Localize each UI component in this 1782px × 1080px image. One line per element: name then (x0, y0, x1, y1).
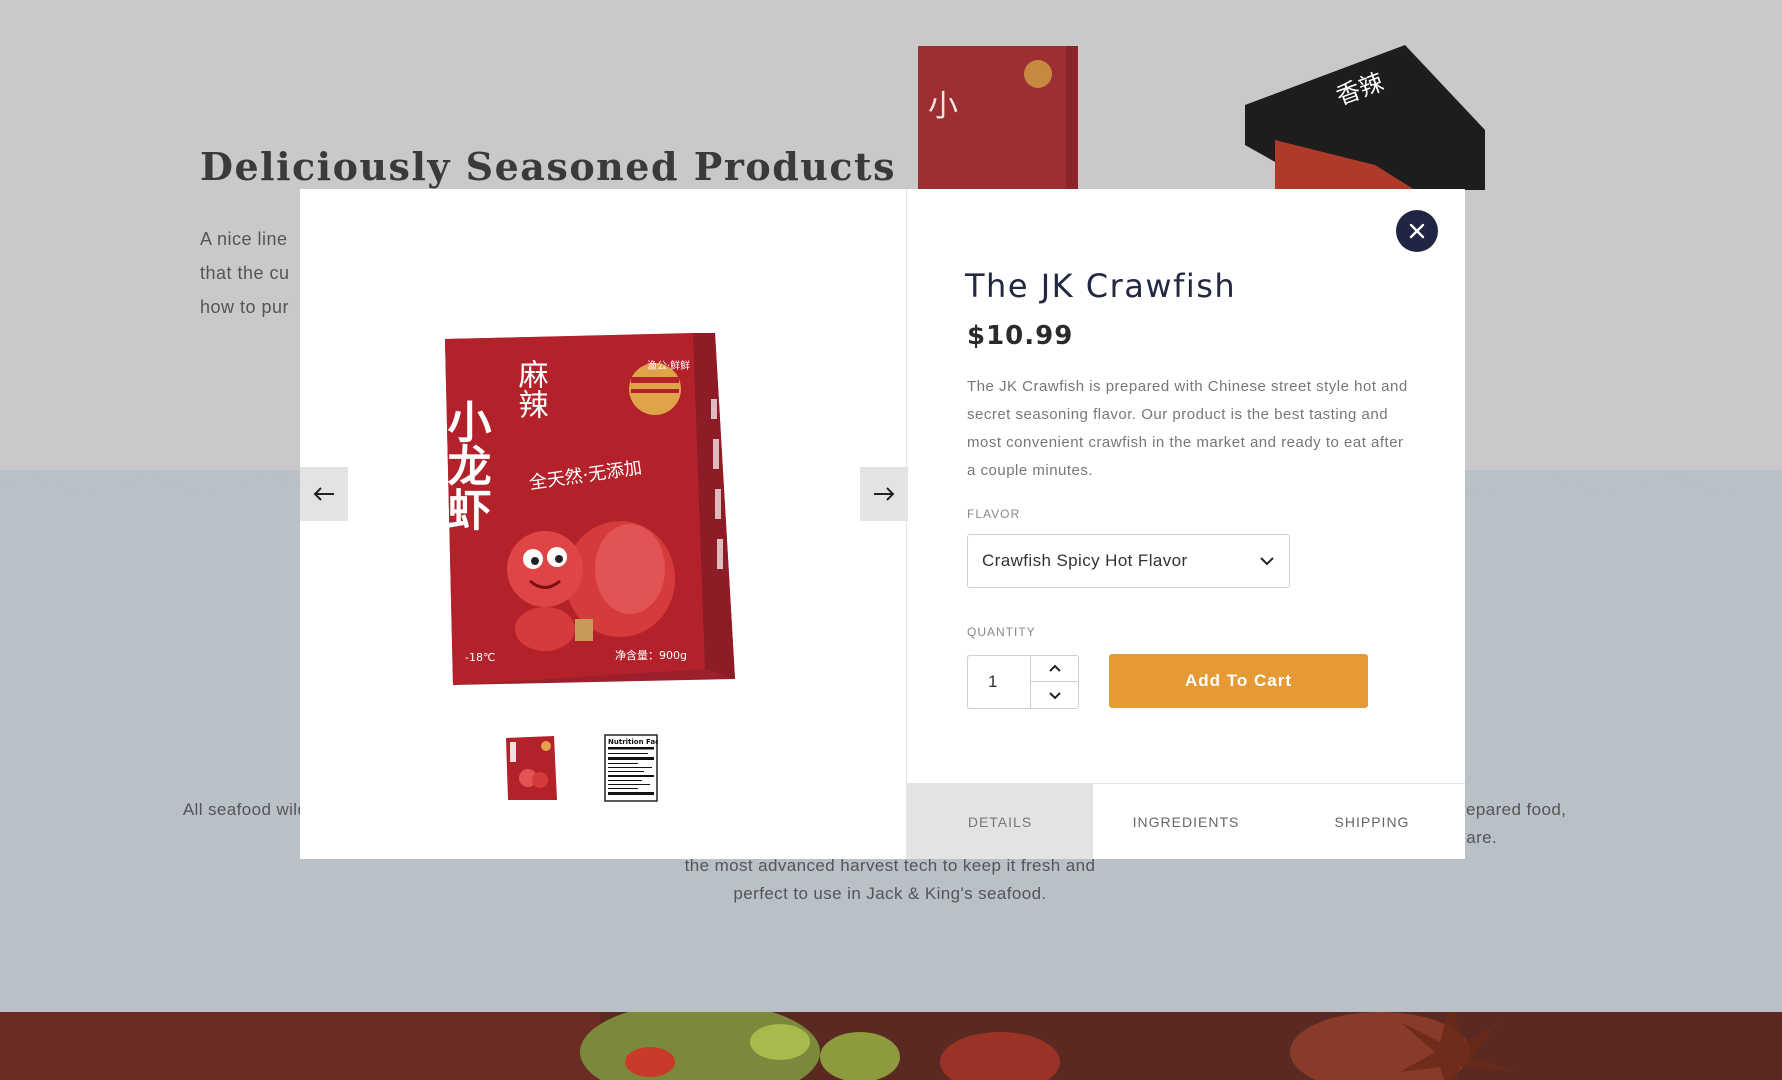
add-to-cart-button[interactable]: Add To Cart (1109, 654, 1368, 708)
product-info-tabs: DETAILS INGREDIENTS SHIPPING (907, 783, 1465, 859)
product-description: The JK Crawfish is prepared with Chinese… (967, 378, 1408, 479)
thumbnail-product-box[interactable] (504, 734, 558, 802)
product-net-weight: 净含量：900g (615, 648, 687, 662)
close-modal-button[interactable] (1396, 210, 1438, 252)
previous-image-button[interactable] (300, 467, 348, 521)
product-title: The JK Crawfish (965, 267, 1237, 305)
quantity-input[interactable] (968, 656, 1030, 708)
arrow-left-icon (313, 487, 334, 501)
product-brand-text: 渔公·鲜鲜 (647, 359, 690, 372)
product-price: $10.99 (967, 321, 1074, 351)
background-product-box-black: 香辣 (1245, 45, 1485, 190)
flavor-label: FLAVOR (967, 507, 1021, 521)
thumbnail-nutrition-facts[interactable]: Nutrition Facts (604, 734, 658, 802)
background-heading: Deliciously Seasoned Products (200, 144, 896, 189)
tab-ingredients[interactable]: INGREDIENTS (1093, 784, 1279, 859)
close-icon (1409, 223, 1425, 239)
product-storage-temp: -18℃ (465, 651, 495, 664)
product-box-title: 小龙虾 (440, 399, 492, 531)
tab-details[interactable]: DETAILS (907, 784, 1093, 859)
flavor-selected-value: Crawfish Spicy Hot Flavor (982, 551, 1188, 570)
arrow-right-icon (874, 487, 895, 501)
background-feature-text-middle: the most advanced harvest tech to keep i… (684, 856, 1096, 903)
product-quickview-modal: 渔公·鲜鲜 小龙虾 麻辣 全天然·无添加 净含量：900g -18℃ Nutri… (300, 189, 1465, 859)
quantity-label: QUANTITY (967, 625, 1036, 639)
nutrition-facts-text: Nutrition Facts (608, 738, 658, 746)
product-box-flavor: 麻辣 (513, 359, 549, 419)
background-food-banner (0, 1012, 1782, 1080)
flavor-select[interactable]: Crawfish Spicy Hot Flavor (967, 534, 1290, 588)
product-main-image: 渔公·鲜鲜 小龙虾 麻辣 全天然·无添加 净含量：900g -18℃ (440, 333, 735, 685)
product-gallery: 渔公·鲜鲜 小龙虾 麻辣 全天然·无添加 净含量：900g -18℃ Nutri… (300, 189, 908, 859)
quantity-stepper (967, 655, 1079, 709)
quantity-decrease-button[interactable] (1030, 682, 1079, 708)
chevron-down-icon (1260, 557, 1274, 566)
tab-shipping[interactable]: SHIPPING (1279, 784, 1465, 859)
chevron-up-icon (1049, 664, 1061, 672)
svg-text:小: 小 (928, 89, 958, 124)
chevron-down-icon (1049, 691, 1061, 699)
background-product-box: 小 (918, 46, 1078, 191)
next-image-button[interactable] (860, 467, 908, 521)
quantity-increase-button[interactable] (1030, 656, 1079, 682)
product-details-panel: The JK Crawfish $10.99 The JK Crawfish i… (907, 189, 1465, 859)
